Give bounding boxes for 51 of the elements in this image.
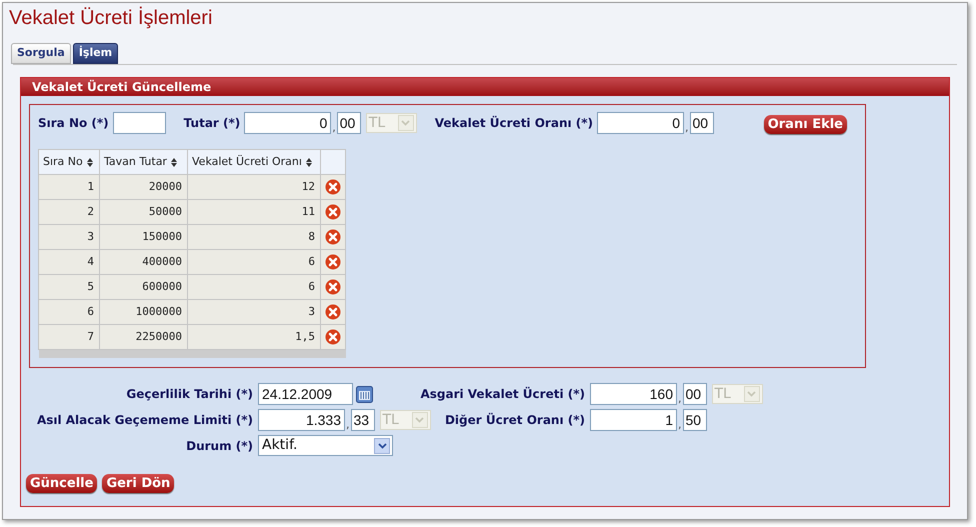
amount-field[interactable]: 1 [590, 409, 677, 431]
dropdown-icon [412, 412, 428, 428]
decimals-field[interactable]: 00 [690, 112, 714, 134]
delete-icon[interactable] [325, 228, 341, 245]
decimal-separator: , [685, 122, 689, 134]
field-label: Tutar (*) [184, 115, 240, 132]
decimal-separator: , [346, 419, 350, 431]
column-header[interactable]: Sıra No [38, 150, 100, 174]
decimals-field[interactable]: 00 [682, 383, 706, 405]
field-label: Durum (*) [186, 438, 253, 454]
tab[interactable]: Sorgula [11, 43, 71, 64]
decimal-separator: , [678, 419, 682, 431]
sort-icon[interactable] [86, 158, 93, 166]
decimals-field[interactable]: 00 [336, 112, 361, 134]
column-header[interactable]: Tavan Tutar [100, 150, 188, 174]
amount-field[interactable]: 1.333 [258, 409, 345, 431]
sort-icon[interactable] [170, 158, 177, 166]
amount-field[interactable]: 0 [597, 112, 684, 134]
amount-field[interactable]: 0 [244, 112, 332, 134]
delete-icon[interactable] [325, 254, 341, 270]
decimal-separator: , [332, 122, 336, 134]
delete-icon[interactable] [325, 178, 341, 195]
delete-icon[interactable] [325, 278, 341, 295]
decimals-field[interactable]: 50 [682, 409, 706, 431]
delete-icon[interactable] [325, 304, 341, 320]
section-title: Vekalet Ücreti Güncelleme [21, 78, 949, 96]
field-label: Sıra No (*) [38, 115, 109, 132]
text-field[interactable] [112, 112, 166, 134]
column-header[interactable]: Vekalet Ücreti Oranı [188, 150, 320, 174]
decimal-separator: , [678, 393, 682, 405]
action-button[interactable]: Güncelle [26, 474, 98, 493]
amount-field[interactable]: 160 [590, 383, 677, 405]
dropdown-icon [744, 386, 760, 402]
date-field[interactable]: 24.12.2009 [258, 383, 353, 405]
field-label: Asıl Alacak Geçememe Limiti (*) [36, 412, 253, 429]
sort-icon[interactable] [306, 158, 312, 166]
field-label: Diğer Ücret Oranı (*) [444, 412, 585, 429]
tab[interactable]: İşlem [72, 43, 118, 64]
field-label: Asgari Vekalet Ücreti (*) [420, 386, 585, 403]
delete-icon[interactable] [325, 204, 341, 220]
decimals-field[interactable]: 33 [350, 409, 374, 431]
field-label: Geçerlilik Tarihi (*) [126, 386, 253, 403]
delete-icon[interactable] [325, 328, 341, 345]
dropdown-icon [374, 438, 390, 454]
action-button[interactable]: Geri Dön [102, 474, 174, 493]
field-label: Vekalet Ücreti Oranı (*) [434, 114, 594, 132]
dropdown-icon [398, 115, 414, 131]
calendar-icon[interactable] [356, 386, 373, 402]
page-title: Vekalet Ücreti İşlemleri [9, 6, 212, 31]
action-button[interactable]: Oranı Ekle [764, 115, 847, 134]
status-dropdown[interactable]: Aktif. [258, 435, 393, 456]
